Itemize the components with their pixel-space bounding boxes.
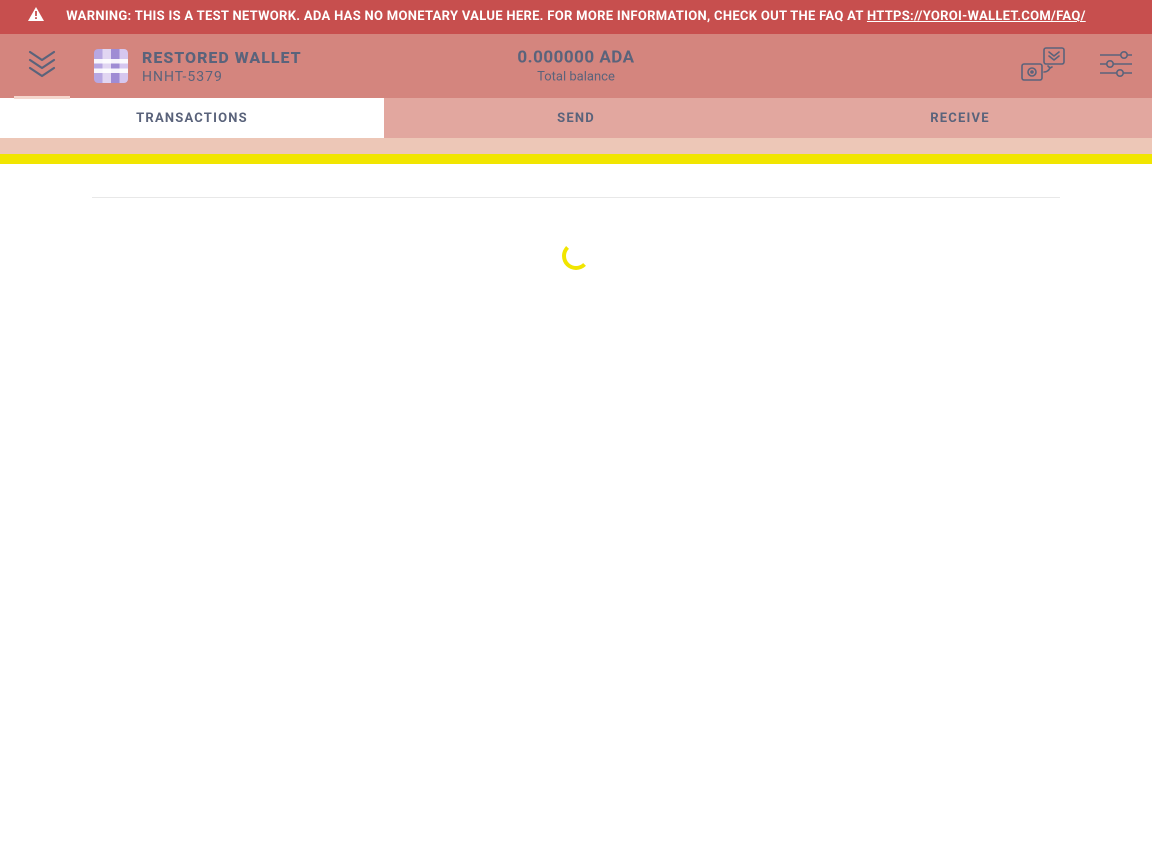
balance-amount: 0.000000 ADA (517, 48, 634, 68)
warning-faq-link[interactable]: HTTPS://YOROI-WALLET.COM/FAQ/ (867, 9, 1086, 24)
balance-block: 0.000000 ADA Total balance (517, 48, 634, 85)
tab-transactions-label: TRANSACTIONS (136, 111, 248, 126)
warning-icon (28, 7, 44, 28)
balance-label: Total balance (517, 70, 634, 85)
settings-icon[interactable] (1100, 51, 1132, 81)
tab-transactions[interactable]: TRANSACTIONS (0, 98, 384, 138)
warning-text: WARNING: THIS IS A TEST NETWORK. ADA HAS… (66, 9, 867, 24)
yoroi-logo-icon (28, 50, 56, 82)
tab-receive[interactable]: RECEIVE (768, 98, 1152, 138)
loading-spinner-icon (562, 242, 590, 270)
app-logo[interactable] (14, 34, 70, 98)
wallet-tabs: TRANSACTIONS SEND RECEIVE (0, 98, 1152, 138)
loading-spinner-wrap (0, 242, 1152, 270)
tab-receive-label: RECEIVE (930, 111, 989, 126)
app-header: RESTORED WALLET HNHT-5379 0.000000 ADA T… (0, 34, 1152, 98)
wallet-avatar-icon (94, 49, 128, 83)
notification-bar-highlight (0, 154, 1152, 164)
notification-bar-top (0, 138, 1152, 154)
transactions-panel (0, 197, 1152, 270)
wallet-name-label: RESTORED WALLET (142, 48, 302, 67)
wallet-id-label: HNHT-5379 (142, 69, 302, 85)
content-divider (92, 197, 1060, 198)
tab-send-label: SEND (557, 111, 595, 126)
tab-send[interactable]: SEND (384, 98, 768, 138)
daedalus-transfer-icon[interactable] (1020, 46, 1066, 86)
test-network-warning-banner: WARNING: THIS IS A TEST NETWORK. ADA HAS… (0, 0, 1152, 34)
wallet-info[interactable]: RESTORED WALLET HNHT-5379 (94, 48, 302, 85)
